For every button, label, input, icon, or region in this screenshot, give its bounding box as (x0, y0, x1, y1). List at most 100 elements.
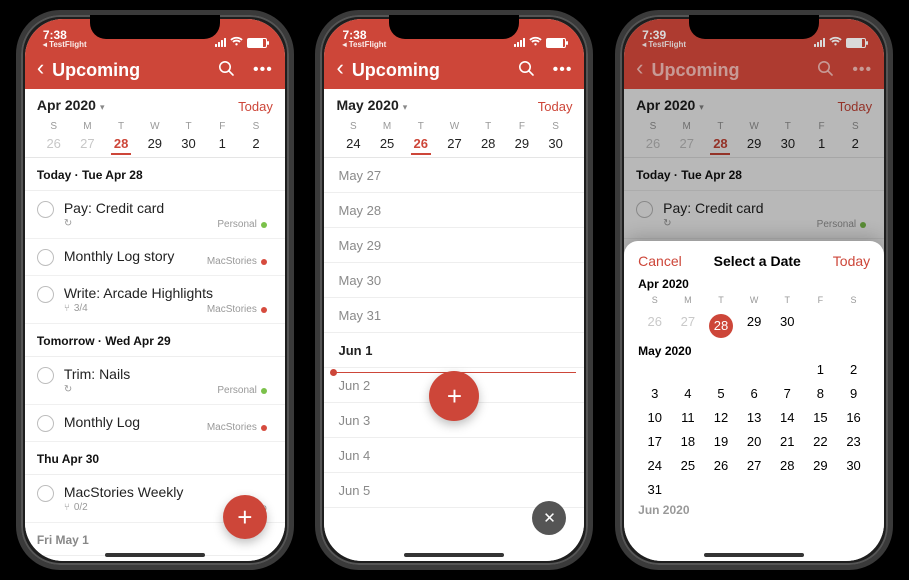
back-button[interactable]: ‹ (336, 57, 343, 79)
home-indicator[interactable] (704, 553, 804, 557)
home-indicator[interactable] (105, 553, 205, 557)
cancel-button[interactable]: Cancel (638, 253, 682, 269)
day-list[interactable]: May 27 May 28 May 29 May 30 May 31 Jun 1… (324, 158, 584, 561)
day-row[interactable]: May 28 (324, 193, 584, 228)
calendar-day[interactable]: 2 (837, 362, 870, 377)
task-row[interactable]: Pay: Credit card↻ Personal (25, 191, 285, 239)
calendar-day[interactable]: 29 (804, 458, 837, 473)
calendar-day[interactable]: 8 (804, 386, 837, 401)
day-row[interactable]: May 27 (324, 158, 584, 193)
nav-bar: ‹ Upcoming ••• (324, 51, 584, 89)
month-label[interactable]: May 2020 (336, 97, 398, 113)
month-label[interactable]: Apr 2020 (37, 97, 96, 113)
phone-2: 7:38 ◂ TestFlight ‹ Upcoming ••• May 202… (315, 10, 593, 570)
task-row[interactable]: Trim: Nails↻ Personal (25, 357, 285, 405)
calendar-day (704, 482, 737, 497)
today-button[interactable]: Today (833, 253, 870, 269)
calendar-day[interactable]: 20 (738, 434, 771, 449)
day-row[interactable]: May 30 (324, 263, 584, 298)
month-header: Jun 2020 (638, 503, 870, 517)
calendar-day[interactable]: 10 (638, 410, 671, 425)
calendar-day[interactable]: 22 (804, 434, 837, 449)
calendar-day[interactable]: 1 (804, 362, 837, 377)
add-task-fab[interactable]: + (429, 371, 479, 421)
calendar-day[interactable]: 7 (771, 386, 804, 401)
testflight-back[interactable]: ◂ TestFlight (342, 41, 386, 49)
calendar-day[interactable]: 5 (704, 386, 737, 401)
section-header: Tomorrow · Wed Apr 29 (25, 324, 285, 357)
day-row[interactable]: May 29 (324, 228, 584, 263)
calendar-day[interactable]: 27 (738, 458, 771, 473)
complete-checkbox[interactable] (37, 201, 54, 218)
month-strip[interactable]: May 2020▾ Today SMTWTFS 24252627282930 (324, 89, 584, 158)
dates-row[interactable]: 262728293012 (37, 136, 273, 151)
calendar-day[interactable]: 3 (638, 386, 671, 401)
calendar-day[interactable]: 18 (671, 434, 704, 449)
recur-icon: ↻ (64, 218, 72, 229)
calendar-day[interactable]: 28 (771, 458, 804, 473)
dates-row[interactable]: 24252627282930 (336, 136, 572, 151)
day-row[interactable]: Jun 1 (324, 333, 584, 368)
notch (90, 15, 220, 39)
search-icon[interactable] (518, 60, 535, 81)
complete-checkbox[interactable] (37, 249, 54, 266)
subtask-icon: ⑂ (64, 303, 70, 314)
day-row[interactable]: May 31 (324, 298, 584, 333)
task-row[interactable]: Monthly Log story MacStories (25, 239, 285, 276)
month-strip[interactable]: Apr 2020▾ Today SMTWTFS 262728293012 (25, 89, 285, 158)
date-picker-sheet: Cancel Select a Date Today Apr 2020 SMTW… (624, 241, 884, 561)
calendar-day[interactable]: 11 (671, 410, 704, 425)
today-button[interactable]: Today (238, 99, 273, 114)
calendar-day[interactable]: 19 (704, 434, 737, 449)
calendar-day[interactable]: 24 (638, 458, 671, 473)
calendar-grid[interactable]: 1234567891011121314151617181920212223242… (638, 362, 870, 497)
complete-checkbox[interactable] (37, 485, 54, 502)
search-icon[interactable] (218, 60, 235, 81)
more-button[interactable]: ••• (553, 61, 573, 79)
calendar-day[interactable]: 26 (704, 458, 737, 473)
notch (689, 15, 819, 39)
add-task-fab[interactable]: + (223, 495, 267, 539)
phone-1: 7:38 ◂ TestFlight ‹ Upcoming ••• Apr 202… (16, 10, 294, 570)
close-button[interactable]: ✕ (532, 501, 566, 535)
calendar-day[interactable]: 9 (837, 386, 870, 401)
project-tag: MacStories (207, 256, 267, 267)
calendar-day[interactable]: 12 (704, 410, 737, 425)
calendar-day[interactable]: 16 (837, 410, 870, 425)
home-indicator[interactable] (404, 553, 504, 557)
more-button[interactable]: ••• (253, 61, 273, 79)
calendar-day[interactable]: 23 (837, 434, 870, 449)
calendar-day[interactable]: 31 (638, 482, 671, 497)
today-button[interactable]: Today (538, 99, 573, 114)
complete-checkbox[interactable] (37, 367, 54, 384)
wifi-icon (230, 36, 243, 49)
calendar-day[interactable]: 17 (638, 434, 671, 449)
calendar-grid[interactable]: SMTWTFS 2627282930 (638, 295, 870, 338)
day-of-week-row: SMTWTFS (336, 121, 572, 132)
back-button[interactable]: ‹ (37, 57, 44, 79)
calendar-day[interactable]: 4 (671, 386, 704, 401)
calendar-day[interactable]: 15 (804, 410, 837, 425)
day-row[interactable]: Jun 4 (324, 438, 584, 473)
calendar-day[interactable]: 21 (771, 434, 804, 449)
task-row[interactable]: Write: Arcade Highlights⑂3/4 MacStories (25, 276, 285, 324)
calendar-day (671, 362, 704, 377)
calendar-day[interactable]: 30 (837, 458, 870, 473)
task-title: Trim: Nails (64, 366, 273, 382)
calendar-day[interactable]: 6 (738, 386, 771, 401)
calendar-day (738, 362, 771, 377)
complete-checkbox[interactable] (37, 415, 54, 432)
calendar-day (738, 482, 771, 497)
testflight-back[interactable]: ◂ TestFlight (43, 41, 87, 49)
calendar-day[interactable]: 13 (738, 410, 771, 425)
day-of-week-row: SMTWTFS (37, 121, 273, 132)
task-title: Pay: Credit card (64, 200, 273, 216)
project-tag: Personal (217, 385, 266, 396)
cell-signal-icon (215, 38, 226, 47)
complete-checkbox[interactable] (37, 286, 54, 303)
calendar-day[interactable]: 14 (771, 410, 804, 425)
task-row[interactable]: Monthly Log MacStories (25, 405, 285, 442)
section-header: Thu Apr 30 (25, 442, 285, 475)
project-dot-icon (261, 307, 267, 313)
calendar-day[interactable]: 25 (671, 458, 704, 473)
